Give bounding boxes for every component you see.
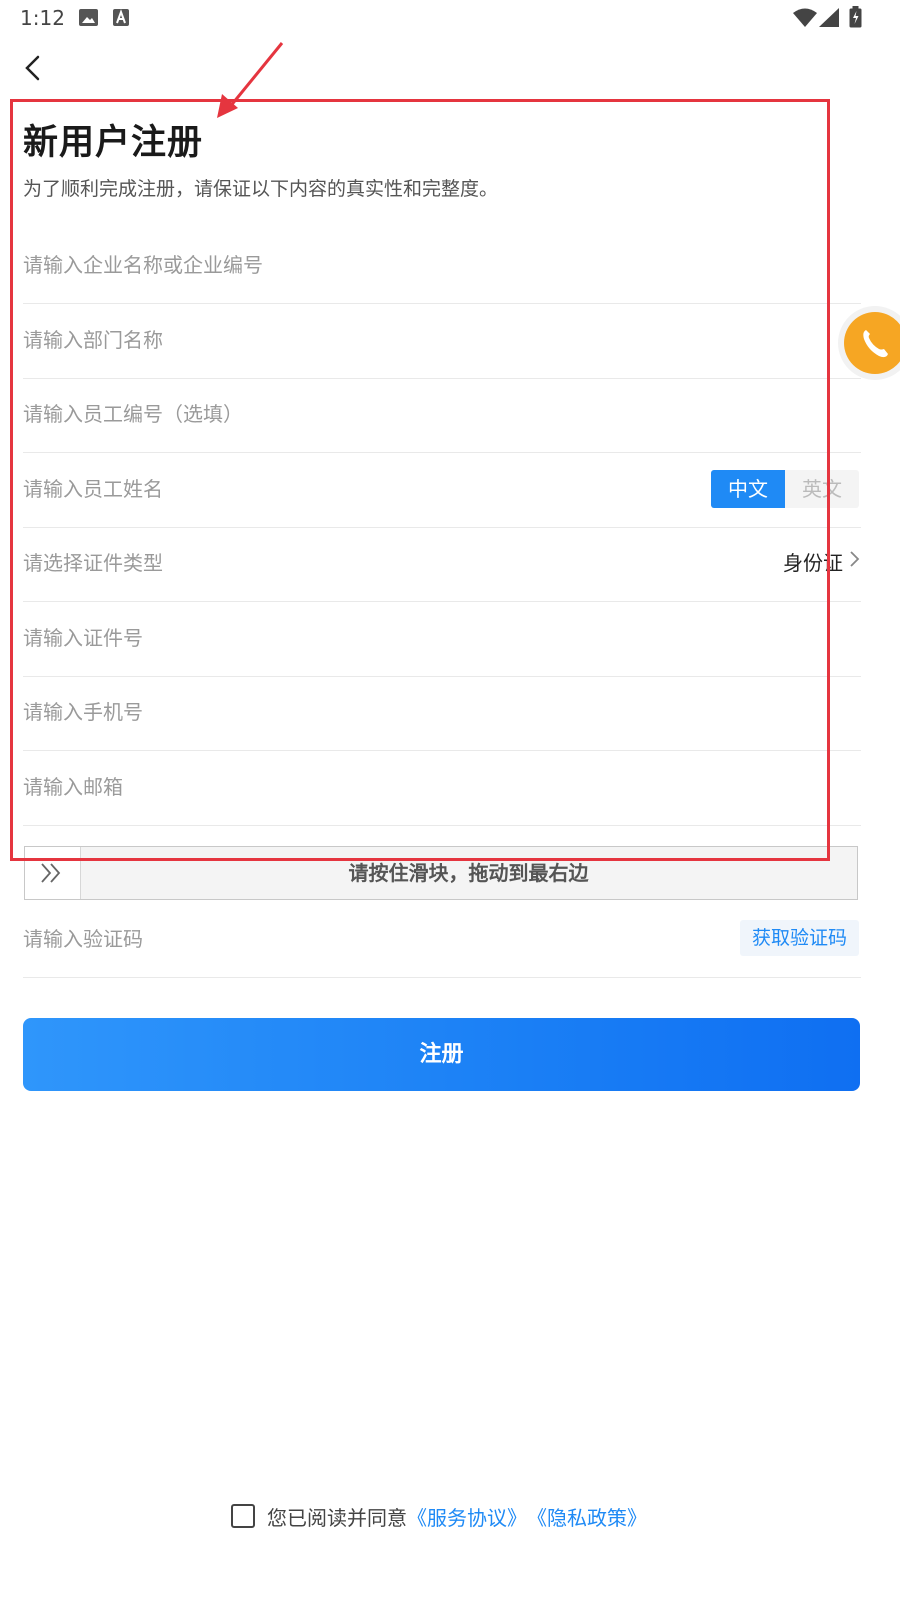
service-agreement-link[interactable]: 《服务协议》: [407, 1502, 527, 1531]
department-field[interactable]: 请输入部门名称: [23, 303, 861, 379]
email-field[interactable]: 请输入邮箱: [23, 750, 861, 826]
status-bar: 1:12: [0, 0, 900, 36]
floating-call-button[interactable]: [838, 306, 900, 380]
language-toggle: 中文 英文: [711, 470, 859, 508]
back-button[interactable]: [18, 48, 54, 88]
lang-option-chinese[interactable]: 中文: [711, 470, 785, 508]
employee-name-placeholder: 请输入员工姓名: [23, 477, 163, 501]
wifi-icon: [793, 8, 817, 31]
company-field[interactable]: 请输入企业名称或企业编号: [23, 228, 861, 304]
employee-id-placeholder: 请输入员工编号（选填）: [23, 402, 243, 426]
slider-handle[interactable]: [25, 847, 81, 899]
lang-option-english[interactable]: 英文: [785, 470, 859, 508]
page-subtitle: 为了顺利完成注册，请保证以下内容的真实性和完整度。: [23, 178, 499, 200]
phone-icon: [844, 312, 900, 374]
agreement-row: 您已阅读并同意 《服务协议》 《隐私政策》: [231, 1500, 647, 1532]
department-placeholder: 请输入部门名称: [23, 328, 163, 352]
employee-name-field[interactable]: 请输入员工姓名 中文 英文: [23, 452, 861, 528]
company-placeholder: 请输入企业名称或企业编号: [23, 253, 263, 277]
chevron-right-icon: [847, 526, 861, 601]
double-chevron-icon: [25, 863, 80, 903]
register-button[interactable]: 注册: [23, 1018, 860, 1091]
a-badge-icon: [113, 9, 129, 30]
signal-icon: [819, 8, 839, 31]
privacy-policy-link[interactable]: 《隐私政策》: [527, 1502, 647, 1531]
phone-field[interactable]: 请输入手机号: [23, 675, 861, 751]
agreement-text: 您已阅读并同意: [267, 1505, 407, 1530]
battery-icon: [849, 6, 862, 32]
employee-id-field[interactable]: 请输入员工编号（选填）: [23, 377, 861, 453]
id-type-value: 身份证: [783, 551, 843, 575]
id-number-field[interactable]: 请输入证件号: [23, 601, 861, 677]
image-icon: [79, 9, 98, 30]
slider-text: 请按住滑块，拖动到最右边: [348, 861, 589, 885]
id-type-select[interactable]: 身份证: [783, 526, 861, 601]
agreement-checkbox[interactable]: [231, 1504, 255, 1528]
id-type-field[interactable]: 请选择证件类型 身份证: [23, 526, 861, 602]
status-time: 1:12: [20, 6, 65, 30]
id-number-placeholder: 请输入证件号: [23, 626, 143, 650]
email-placeholder: 请输入邮箱: [23, 775, 123, 799]
page-title: 新用户注册: [23, 123, 204, 163]
verification-code-placeholder: 请输入验证码: [23, 927, 143, 951]
id-type-placeholder: 请选择证件类型: [23, 551, 163, 575]
get-code-button[interactable]: 获取验证码: [739, 920, 859, 956]
verification-code-field[interactable]: 请输入验证码 获取验证码: [23, 902, 861, 978]
phone-placeholder: 请输入手机号: [23, 700, 143, 724]
slider-captcha: 请按住滑块，拖动到最右边: [24, 846, 858, 900]
back-icon: [18, 55, 54, 92]
